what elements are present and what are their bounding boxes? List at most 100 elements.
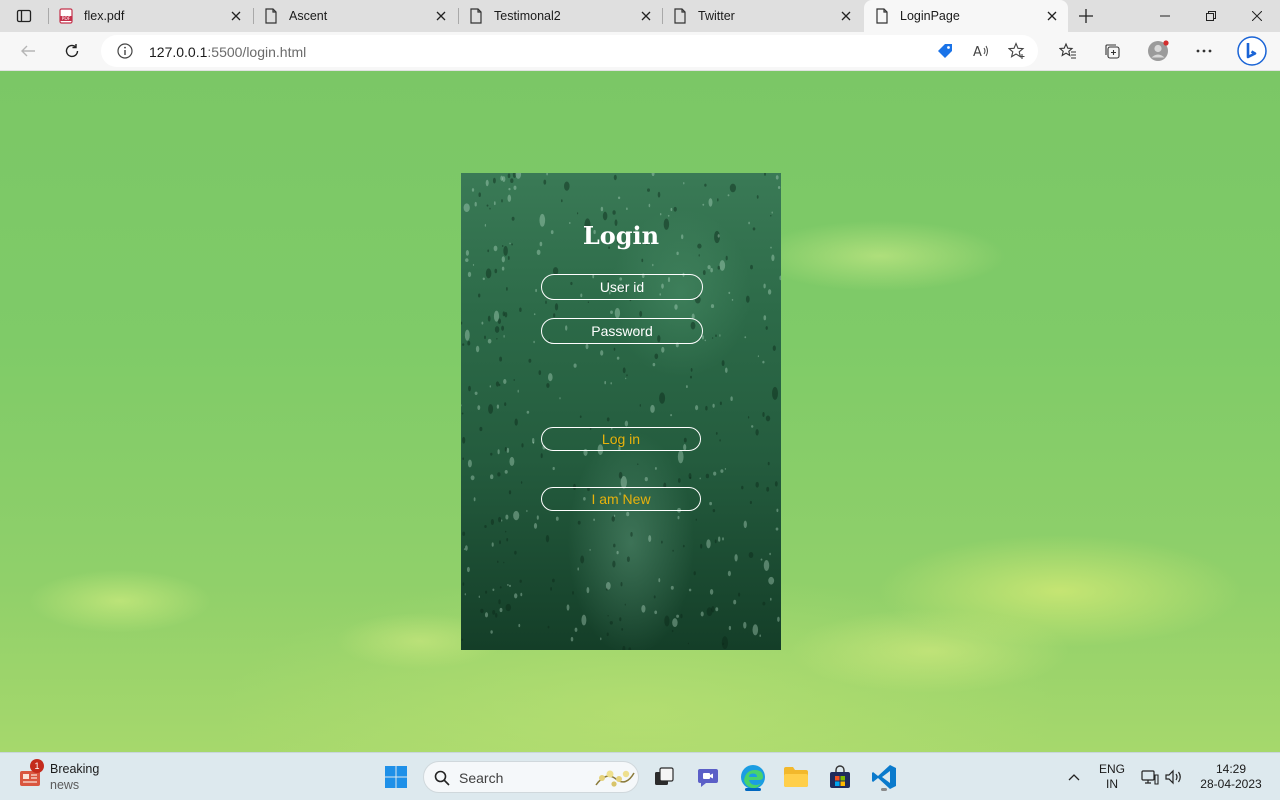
collections-icon — [1105, 44, 1120, 59]
url-host: 127.0.0.1 — [149, 44, 208, 60]
tab-title: LoginPage — [900, 9, 960, 23]
profile-button[interactable] — [1143, 36, 1173, 66]
address-bar[interactable]: 127.0.0.1:5500/login.html A — [101, 35, 1038, 67]
page-icon — [468, 8, 484, 24]
news-title: Breaking — [50, 762, 100, 776]
tab-title: flex.pdf — [84, 9, 125, 23]
clock-time: 14:29 — [1215, 762, 1246, 776]
shopping-tag-icon[interactable] — [935, 41, 955, 61]
add-favorite-icon[interactable] — [1007, 41, 1027, 61]
language-code: ENG — [1098, 762, 1125, 776]
tab-ascent[interactable]: Ascent — [253, 0, 457, 32]
tab-twitter[interactable]: Twitter — [662, 0, 862, 32]
news-subtitle: news — [50, 778, 80, 792]
network-button[interactable] — [1138, 753, 1162, 800]
close-icon[interactable] — [431, 6, 451, 26]
settings-more-button[interactable] — [1189, 36, 1219, 66]
active-indicator — [745, 788, 761, 791]
region-code: IN — [1105, 777, 1118, 791]
url-text[interactable]: 127.0.0.1:5500/login.html — [149, 44, 306, 60]
bing-icon — [1237, 36, 1267, 66]
login-heading: Login — [582, 221, 660, 250]
plus-icon — [1079, 9, 1093, 23]
tab-flex-pdf[interactable]: PDF flex.pdf — [48, 0, 252, 32]
password-input[interactable] — [541, 318, 703, 344]
pdf-icon: PDF — [58, 8, 74, 24]
back-button[interactable] — [13, 36, 43, 66]
volume-button[interactable] — [1162, 753, 1186, 800]
new-tab-button[interactable] — [1074, 4, 1098, 28]
clock-date: 28-04-2023 — [1200, 777, 1262, 791]
store-button[interactable] — [824, 761, 856, 793]
browser-toolbar: 127.0.0.1:5500/login.html A — [0, 32, 1280, 71]
search-label: Search — [459, 770, 504, 786]
chat-button[interactable] — [692, 761, 724, 793]
close-icon[interactable] — [836, 6, 856, 26]
collections-button[interactable] — [1097, 36, 1127, 66]
file-explorer-button[interactable] — [780, 761, 812, 793]
tab-loginpage[interactable]: LoginPage — [864, 0, 1068, 32]
close-icon[interactable] — [226, 6, 246, 26]
tab-title: Ascent — [289, 9, 328, 23]
restore-button[interactable] — [1188, 0, 1234, 32]
show-hidden-icons-button[interactable] — [1062, 753, 1086, 800]
search-highlight-icon — [595, 770, 635, 787]
clock[interactable]: 14:29 28-04-2023 — [1194, 753, 1268, 800]
favorites-button[interactable] — [1053, 36, 1083, 66]
search-icon — [434, 770, 450, 786]
edge-icon — [741, 765, 765, 789]
tab-actions-icon — [16, 9, 32, 23]
edge-taskbar-button[interactable] — [737, 761, 769, 793]
news-widget[interactable]: 1 Breaking news — [18, 759, 100, 793]
close-icon[interactable] — [1042, 6, 1062, 26]
vscode-button[interactable] — [868, 761, 900, 793]
restore-icon — [1206, 11, 1216, 21]
close-icon — [1252, 11, 1262, 21]
store-icon — [830, 765, 850, 788]
more-icon — [1196, 49, 1212, 53]
speaker-icon — [1165, 769, 1181, 785]
taskbar: 1 Breaking news Search ENG IN 14:29 28-0… — [0, 752, 1280, 800]
page-background: Login Log in I am New — [0, 71, 1280, 752]
task-view-icon — [655, 767, 674, 785]
login-card: Login Log in I am New — [461, 173, 781, 650]
info-icon[interactable] — [115, 41, 135, 61]
teams-chat-icon — [698, 769, 718, 787]
folder-icon — [784, 767, 808, 787]
read-aloud-icon[interactable]: A — [971, 41, 991, 61]
tab-strip: PDF flex.pdf Ascent Testimonal2 Twitter … — [0, 0, 1280, 32]
favorites-icon — [1059, 42, 1076, 59]
avatar-icon — [1148, 40, 1169, 61]
userid-input[interactable] — [541, 274, 703, 300]
login-button[interactable]: Log in — [541, 427, 701, 451]
svg-text:PDF: PDF — [62, 16, 71, 22]
page-icon — [263, 8, 279, 24]
task-view-button[interactable] — [648, 761, 680, 793]
network-icon — [1141, 770, 1159, 785]
tab-title: Testimonal2 — [494, 9, 561, 23]
close-icon[interactable] — [636, 6, 656, 26]
minimize-button[interactable] — [1142, 0, 1188, 32]
minimize-icon — [1160, 15, 1170, 17]
i-am-new-button[interactable]: I am New — [541, 487, 701, 511]
refresh-icon — [65, 44, 79, 58]
url-path: :5500/login.html — [207, 44, 307, 60]
start-button[interactable] — [380, 761, 412, 793]
tab-testimonal2[interactable]: Testimonal2 — [458, 0, 662, 32]
running-indicator — [881, 788, 887, 791]
notification-badge: 1 — [30, 759, 44, 773]
close-window-button[interactable] — [1234, 0, 1280, 32]
svg-text:A: A — [973, 45, 982, 60]
tab-title: Twitter — [698, 9, 735, 23]
page-icon — [672, 8, 688, 24]
chevron-up-icon — [1068, 774, 1080, 781]
vscode-icon — [872, 765, 896, 789]
refresh-button[interactable] — [57, 36, 87, 66]
taskbar-search[interactable]: Search — [423, 761, 639, 793]
back-arrow-icon — [21, 45, 35, 57]
page-icon — [874, 8, 890, 24]
bing-button[interactable] — [1235, 34, 1269, 68]
language-indicator[interactable]: ENG IN — [1094, 753, 1130, 800]
tab-actions-button[interactable] — [8, 4, 40, 28]
windows-logo-icon — [385, 766, 407, 788]
